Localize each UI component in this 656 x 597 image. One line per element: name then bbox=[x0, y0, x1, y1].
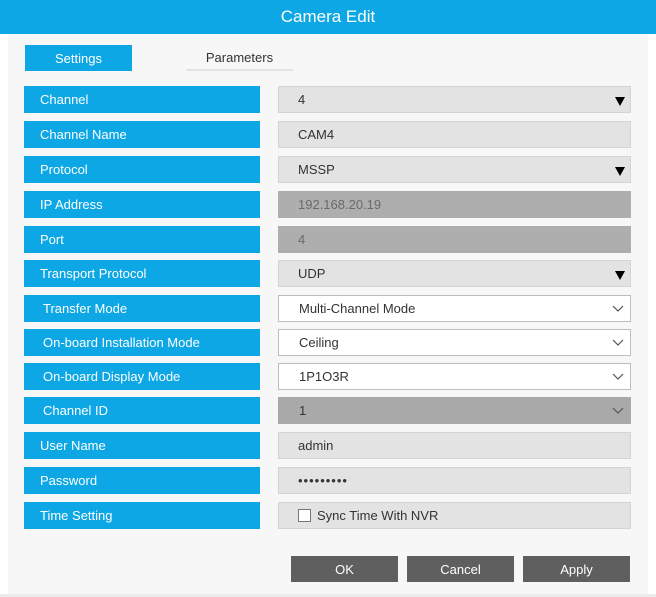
channel-dropdown[interactable]: 4 bbox=[278, 86, 631, 113]
installation-mode-label: On-board Installation Mode bbox=[24, 329, 260, 356]
display-mode-select[interactable]: 1P1O3R bbox=[278, 363, 631, 390]
port-label: Port bbox=[24, 226, 260, 253]
apply-button[interactable]: Apply bbox=[523, 556, 630, 582]
sync-time-label[interactable]: Sync Time With NVR bbox=[317, 508, 438, 523]
ip-address-value: 192.168.20.19 bbox=[298, 197, 382, 212]
transport-protocol-value: UDP bbox=[298, 266, 326, 281]
chevron-down-icon bbox=[612, 339, 624, 346]
time-setting-label: Time Setting bbox=[24, 502, 260, 529]
channel-label: Channel bbox=[24, 86, 260, 113]
ip-address-field: 192.168.20.19 bbox=[278, 191, 631, 218]
password-label: Password bbox=[24, 467, 260, 494]
ok-button[interactable]: OK bbox=[291, 556, 398, 582]
dropdown-arrow-icon bbox=[615, 167, 625, 176]
channel-name-input[interactable]: CAM4 bbox=[278, 121, 631, 148]
display-mode-value: 1P1O3R bbox=[299, 369, 349, 384]
transfer-mode-value: Multi-Channel Mode bbox=[299, 301, 416, 316]
protocol-value: MSSP bbox=[298, 162, 335, 177]
display-mode-label: On-board Display Mode bbox=[24, 363, 260, 390]
password-value: ••••••••• bbox=[298, 473, 348, 488]
chevron-down-icon bbox=[612, 407, 624, 414]
transfer-mode-select[interactable]: Multi-Channel Mode bbox=[278, 295, 631, 322]
channel-id-label: Channel ID bbox=[24, 397, 260, 424]
installation-mode-value: Ceiling bbox=[299, 335, 339, 350]
channel-name-label: Channel Name bbox=[24, 121, 260, 148]
dropdown-arrow-icon bbox=[615, 97, 625, 106]
cancel-button[interactable]: Cancel bbox=[407, 556, 514, 582]
transfer-mode-label: Transfer Mode bbox=[24, 295, 260, 322]
port-value: 4 bbox=[298, 232, 306, 247]
user-name-value: admin bbox=[298, 438, 334, 453]
ip-address-label: IP Address bbox=[24, 191, 260, 218]
port-field: 4 bbox=[278, 226, 631, 253]
tab-parameters[interactable]: Parameters bbox=[186, 45, 293, 71]
channel-id-select[interactable]: 1 bbox=[278, 397, 631, 424]
channel-id-value: 1 bbox=[299, 403, 307, 418]
user-name-input[interactable]: admin bbox=[278, 432, 631, 459]
dialog-title: Camera Edit bbox=[280, 7, 376, 26]
protocol-dropdown[interactable]: MSSP bbox=[278, 156, 631, 183]
sync-time-checkbox[interactable] bbox=[298, 509, 311, 522]
user-name-label: User Name bbox=[24, 432, 260, 459]
transport-protocol-dropdown[interactable]: UDP bbox=[278, 260, 631, 287]
chevron-down-icon bbox=[612, 305, 624, 312]
protocol-label: Protocol bbox=[24, 156, 260, 183]
password-input[interactable]: ••••••••• bbox=[278, 467, 631, 494]
channel-name-value: CAM4 bbox=[298, 127, 335, 142]
tab-settings[interactable]: Settings bbox=[25, 45, 132, 71]
installation-mode-select[interactable]: Ceiling bbox=[278, 329, 631, 356]
channel-value: 4 bbox=[298, 92, 306, 107]
dropdown-arrow-icon bbox=[615, 271, 625, 280]
chevron-down-icon bbox=[612, 373, 624, 380]
transport-protocol-label: Transport Protocol bbox=[24, 260, 260, 287]
time-setting-field: Sync Time With NVR bbox=[278, 502, 631, 529]
dialog-title-bar: Camera Edit bbox=[0, 0, 656, 34]
